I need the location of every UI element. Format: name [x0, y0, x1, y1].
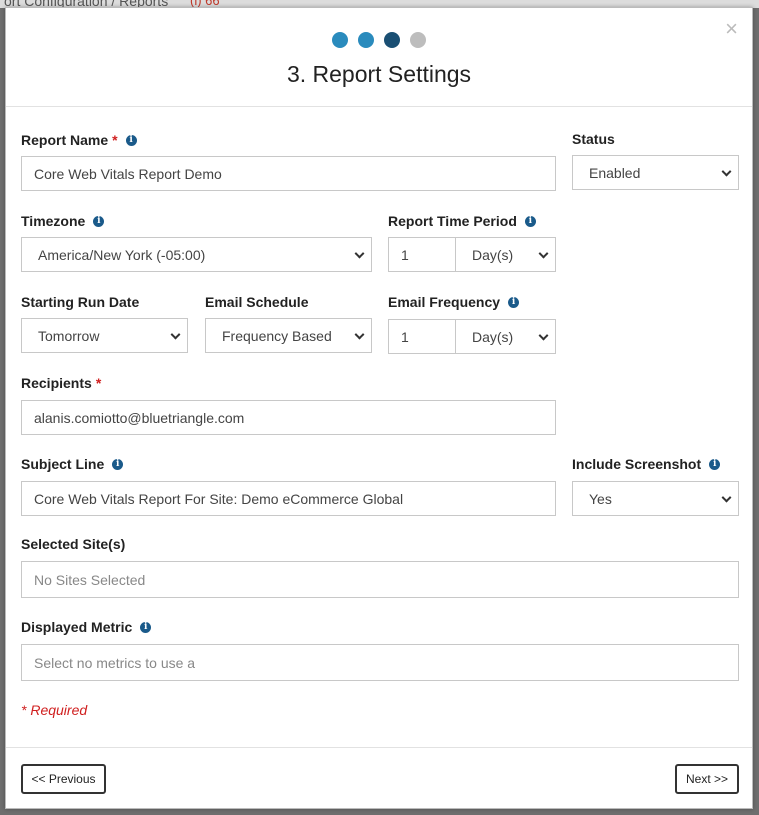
required-note: * Required	[21, 702, 88, 718]
subject-line-label: Subject Line i	[21, 456, 124, 472]
selected-sites-input[interactable]: No Sites Selected	[21, 561, 739, 598]
step-dot-2	[358, 32, 374, 48]
step-dot-1	[332, 32, 348, 48]
status-select[interactable]: Enabled	[572, 155, 739, 190]
email-schedule-label: Email Schedule	[205, 294, 309, 310]
step-dot-3	[384, 32, 400, 48]
selected-sites-label: Selected Site(s)	[21, 536, 126, 552]
chevron-down-icon	[354, 248, 365, 259]
include-screenshot-select[interactable]: Yes	[572, 481, 739, 516]
report-name-input[interactable]: Core Web Vitals Report Demo	[21, 156, 556, 191]
chevron-down-icon	[721, 492, 732, 503]
divider	[6, 747, 752, 748]
previous-button[interactable]: << Previous	[21, 764, 106, 794]
info-icon[interactable]: i	[112, 458, 124, 470]
chevron-down-icon	[721, 166, 732, 177]
info-icon[interactable]: i	[508, 296, 520, 308]
info-icon[interactable]: i	[125, 134, 137, 146]
chevron-down-icon	[170, 329, 181, 340]
report-name-label: Report Name * i	[21, 132, 137, 148]
chevron-down-icon	[354, 329, 365, 340]
step-dot-4	[410, 32, 426, 48]
displayed-metric-input[interactable]: Select no metrics to use a	[21, 644, 739, 681]
chevron-down-icon	[538, 330, 549, 341]
timezone-select[interactable]: America/New York (-05:00)	[21, 237, 372, 272]
report-time-period-label: Report Time Period i	[388, 213, 536, 229]
info-icon[interactable]: i	[140, 621, 152, 633]
displayed-metric-label: Displayed Metric i	[21, 619, 152, 635]
report-settings-modal: × 3. Report Settings Report Name * i Cor…	[5, 7, 753, 809]
timezone-label: Timezone i	[21, 213, 105, 229]
required-asterisk: *	[112, 132, 118, 148]
subject-line-input[interactable]: Core Web Vitals Report For Site: Demo eC…	[21, 481, 556, 516]
recipients-input[interactable]: alanis.comiotto@bluetriangle.com	[21, 400, 556, 435]
next-button[interactable]: Next >>	[675, 764, 739, 794]
divider	[6, 106, 752, 107]
info-icon[interactable]: i	[93, 215, 105, 227]
email-schedule-select[interactable]: Frequency Based	[205, 318, 372, 353]
recipients-label: Recipients *	[21, 375, 102, 391]
include-screenshot-label: Include Screenshot i	[572, 456, 721, 472]
modal-title: 3. Report Settings	[286, 61, 472, 87]
report-time-period-number-input[interactable]: 1	[388, 237, 456, 272]
starting-run-date-select[interactable]: Tomorrow	[21, 318, 188, 353]
step-indicator	[6, 32, 752, 48]
email-frequency-number-input[interactable]: 1	[388, 319, 456, 354]
starting-run-date-label: Starting Run Date	[21, 294, 140, 310]
email-frequency-label: Email Frequency i	[388, 294, 520, 310]
report-time-period-unit-select[interactable]: Day(s)	[455, 237, 556, 272]
required-asterisk: *	[95, 375, 102, 391]
email-frequency-unit-select[interactable]: Day(s)	[455, 319, 556, 354]
info-icon[interactable]: i	[709, 458, 721, 470]
chevron-down-icon	[538, 248, 549, 259]
info-icon[interactable]: i	[524, 215, 536, 227]
status-label: Status	[572, 131, 615, 147]
